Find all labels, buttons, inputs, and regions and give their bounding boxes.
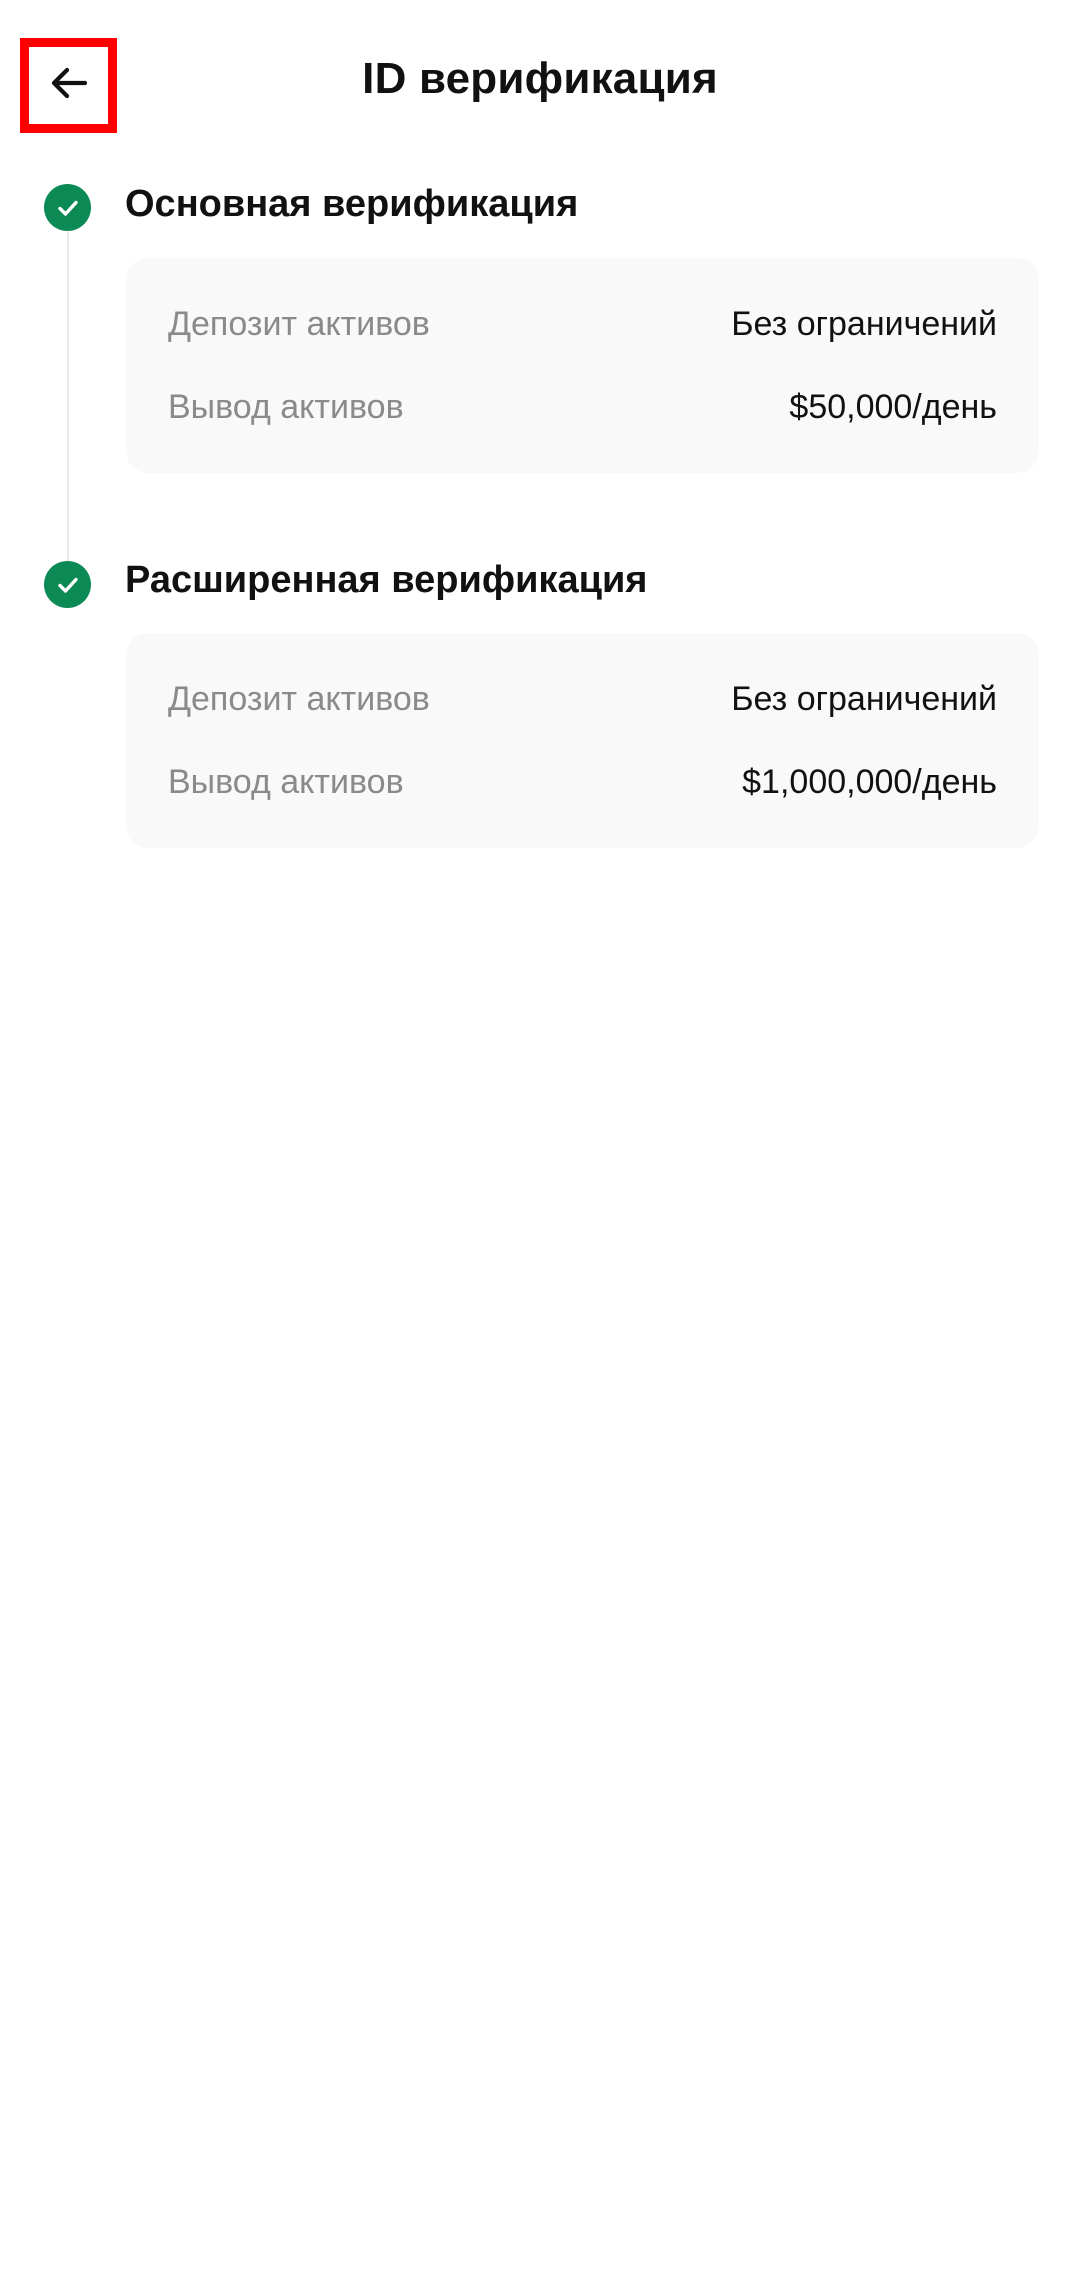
limit-label: Депозит активов — [168, 304, 430, 343]
limit-value: $50,000/день — [789, 387, 997, 426]
check-circle-icon — [44, 561, 91, 608]
limit-row-deposit: Депозит активов Без ограничений — [168, 300, 997, 348]
limit-row-withdrawal: Вывод активов $50,000/день — [168, 383, 997, 431]
level-title-advanced: Расширенная верификация — [125, 559, 648, 601]
limit-label: Вывод активов — [168, 387, 404, 426]
limit-value: Без ограничений — [731, 679, 997, 718]
level-title-basic: Основная верификация — [125, 183, 579, 225]
page-title: ID верификация — [362, 54, 718, 103]
level-card-advanced: Депозит активов Без ограничений Вывод ак… — [126, 633, 1039, 848]
id-verification-screen: ID верификация Основная верификация Депо… — [0, 0, 1080, 2280]
limit-value: $1,000,000/день — [742, 762, 997, 801]
level-card-basic: Депозит активов Без ограничений Вывод ак… — [126, 258, 1039, 473]
limit-label: Депозит активов — [168, 679, 430, 718]
limit-value: Без ограничений — [731, 304, 997, 343]
limit-row-withdrawal: Вывод активов $1,000,000/день — [168, 758, 997, 806]
check-circle-icon — [44, 184, 91, 231]
limit-row-deposit: Депозит активов Без ограничений — [168, 675, 997, 723]
timeline-connector — [67, 232, 69, 562]
top-bar: ID верификация — [0, 0, 1080, 172]
limit-label: Вывод активов — [168, 762, 404, 801]
